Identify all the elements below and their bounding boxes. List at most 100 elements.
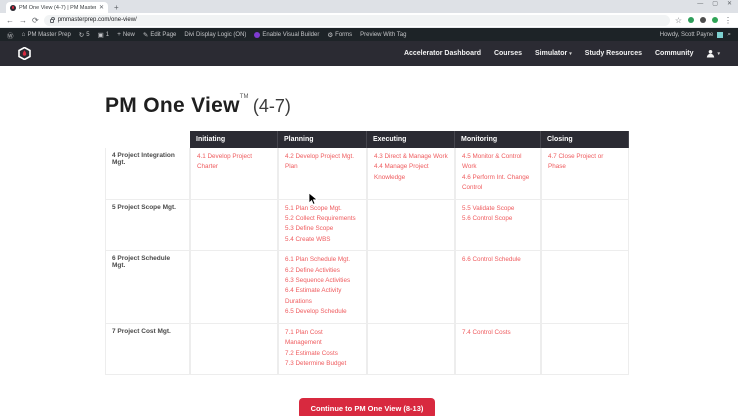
table-cell	[190, 251, 278, 324]
person-icon	[707, 50, 715, 58]
main-content: PM One ViewTM (4-7) Initiating Planning Ex…	[0, 66, 738, 416]
process-link[interactable]: 4.7 Close Project or Phase	[548, 152, 622, 173]
table-cell: 6.6 Control Schedule	[455, 251, 541, 324]
process-link[interactable]: 5.1 Plan Scope Mgt.	[285, 204, 360, 214]
table-cell: 4.2 Develop Project Mgt. Plan	[278, 148, 367, 200]
row-label: 7 Project Cost Mgt.	[105, 323, 190, 376]
tab-close-icon[interactable]: ✕	[99, 4, 104, 11]
admin-forms[interactable]: ⚙ Forms	[327, 31, 352, 39]
minimize-button[interactable]: —	[697, 0, 703, 9]
process-link[interactable]: 6.5 Develop Schedule	[285, 307, 360, 317]
process-link[interactable]: 4.6 Perform Int. Change Control	[462, 173, 534, 194]
column-header: Executing	[367, 131, 455, 148]
process-link[interactable]: 6.6 Control Schedule	[462, 255, 534, 265]
process-link[interactable]: 4.1 Develop Project Charter	[197, 152, 271, 173]
url-field[interactable]: pmmasterprep.com/one-view/	[43, 14, 670, 26]
extension-icon[interactable]	[688, 17, 694, 23]
comments-icon: ▣	[97, 31, 104, 39]
table-cell: 4.5 Monitor & Control Work 4.6 Perform In…	[455, 148, 541, 200]
gear-icon: ⚙	[327, 31, 334, 39]
admin-howdy[interactable]: Howdy, Scott Payne	[660, 32, 714, 38]
process-link[interactable]: 4.5 Monitor & Control Work	[462, 152, 534, 173]
admin-updates[interactable]: ↻ 5	[79, 31, 90, 39]
nav-community[interactable]: Community	[655, 50, 694, 57]
continue-button[interactable]: Continue to PM One View (8-13)	[298, 398, 436, 416]
table-cell	[541, 323, 629, 376]
table-cell: 5.5 Validate Scope 5.6 Control Scope	[455, 199, 541, 252]
nav-courses[interactable]: Courses	[494, 50, 522, 57]
table-cell	[367, 251, 455, 324]
https-lock-icon[interactable]	[49, 17, 56, 23]
process-link[interactable]: 7.4 Control Costs	[462, 328, 534, 338]
process-link[interactable]: 4.3 Direct & Manage Work	[374, 152, 448, 162]
process-link[interactable]: 5.3 Define Scope	[285, 224, 360, 234]
process-link[interactable]: 4.4 Manage Project Knowledge	[374, 162, 448, 183]
wp-admin-bar: Ⓦ ⌂ PM Master Prep ↻ 5 ▣ 1 + New ✎ Edit …	[0, 28, 738, 41]
column-header: Initiating	[190, 131, 278, 148]
table-cell	[190, 199, 278, 252]
nav-simulator[interactable]: Simulator ▾	[535, 50, 572, 57]
admin-comments[interactable]: ▣ 1	[98, 31, 110, 39]
pm-one-view-table: Initiating Planning Executing Monitoring Clo…	[105, 131, 629, 376]
table-row: 4 Project Integration Mgt. 4.1 Develop Pr…	[105, 148, 629, 200]
browser-tab[interactable]: PM One View (4-7) | PM Master | ✕	[6, 2, 108, 13]
url-text[interactable]: pmmasterprep.com/one-view/	[58, 17, 137, 23]
process-link[interactable]: 6.4 Estimate Activity Durations	[285, 286, 360, 307]
nav-accelerator-dashboard[interactable]: Accelerator Dashboard	[404, 50, 481, 57]
table-cell	[367, 323, 455, 376]
nav-study-resources[interactable]: Study Resources	[585, 50, 642, 57]
process-link[interactable]: 6.2 Define Activities	[285, 266, 360, 276]
process-link[interactable]: 5.2 Collect Requirements	[285, 214, 360, 224]
bookmark-star-icon[interactable]: ☆	[675, 16, 682, 25]
browser-menu-icon[interactable]: ⋮	[724, 16, 732, 25]
table-cell	[541, 199, 629, 252]
table-cell: 6.1 Plan Schedule Mgt. 6.2 Define Activit…	[278, 251, 367, 324]
admin-new-button[interactable]: + New	[117, 31, 135, 38]
admin-preview-with-tag[interactable]: Preview With Tag	[360, 32, 406, 38]
table-row: 7 Project Cost Mgt. 7.1 Plan Cost Managem…	[105, 323, 629, 376]
table-row: 5 Project Scope Mgt. 5.1 Plan Scope Mgt. 5…	[105, 199, 629, 252]
row-label: 4 Project Integration Mgt.	[105, 148, 190, 200]
divi-icon	[254, 31, 261, 38]
process-link[interactable]: 5.4 Create WBS	[285, 235, 360, 245]
new-tab-button[interactable]: +	[114, 3, 119, 12]
forward-icon[interactable]: →	[19, 16, 27, 25]
process-link[interactable]: 7.2 Estimate Costs	[285, 349, 360, 359]
admin-site-name[interactable]: ⌂ PM Master Prep	[22, 31, 71, 38]
row-label: 5 Project Scope Mgt.	[105, 199, 190, 252]
maximize-button[interactable]: ▢	[712, 0, 718, 9]
extensions-puzzle-icon[interactable]	[700, 17, 706, 23]
table-cell	[190, 323, 278, 376]
process-link[interactable]: 6.1 Plan Schedule Mgt.	[285, 255, 360, 265]
site-header: Accelerator Dashboard Courses Simulator …	[0, 41, 738, 66]
table-corner	[105, 131, 190, 148]
back-icon[interactable]: ←	[6, 16, 14, 25]
process-link[interactable]: 5.5 Validate Scope	[462, 204, 534, 214]
wordpress-logo-icon[interactable]: Ⓦ	[7, 30, 14, 40]
process-link[interactable]: 5.6 Control Scope	[462, 214, 534, 224]
table-cell: 4.3 Direct & Manage Work 4.4 Manage Proje…	[367, 148, 455, 200]
admin-edit-page[interactable]: ✎ Edit Page	[143, 31, 176, 39]
extension-icon[interactable]	[712, 17, 718, 23]
avatar[interactable]	[717, 31, 724, 38]
table-cell: 7.1 Plan Cost Management 7.2 Estimate Cos…	[278, 323, 367, 376]
updates-icon: ↻	[78, 31, 85, 39]
process-link[interactable]: 7.1 Plan Cost Management	[285, 328, 360, 349]
admin-visual-builder[interactable]: Enable Visual Builder	[254, 31, 319, 38]
process-link[interactable]: 7.3 Determine Budget	[285, 359, 360, 369]
process-link[interactable]: 4.2 Develop Project Mgt. Plan	[285, 152, 360, 173]
row-label: 6 Project Schedule Mgt.	[105, 251, 190, 324]
table-cell	[541, 251, 629, 324]
process-link[interactable]: 6.3 Sequence Activities	[285, 276, 360, 286]
site-nav: Accelerator Dashboard Courses Simulator …	[404, 49, 720, 58]
table-cell: 4.1 Develop Project Charter	[190, 148, 278, 200]
chevron-down-icon: ▾	[569, 50, 572, 57]
home-icon: ⌂	[21, 31, 26, 38]
reload-icon[interactable]: ⟳	[32, 16, 39, 25]
account-menu[interactable]: ▾	[706, 49, 720, 58]
search-icon[interactable]: ⌕	[727, 31, 731, 39]
admin-divi-logic[interactable]: Divi Display Logic (ON)	[184, 32, 246, 38]
close-window-button[interactable]: ✕	[727, 0, 732, 9]
pm-master-prep-logo[interactable]	[18, 47, 31, 60]
plus-icon: +	[117, 31, 121, 38]
